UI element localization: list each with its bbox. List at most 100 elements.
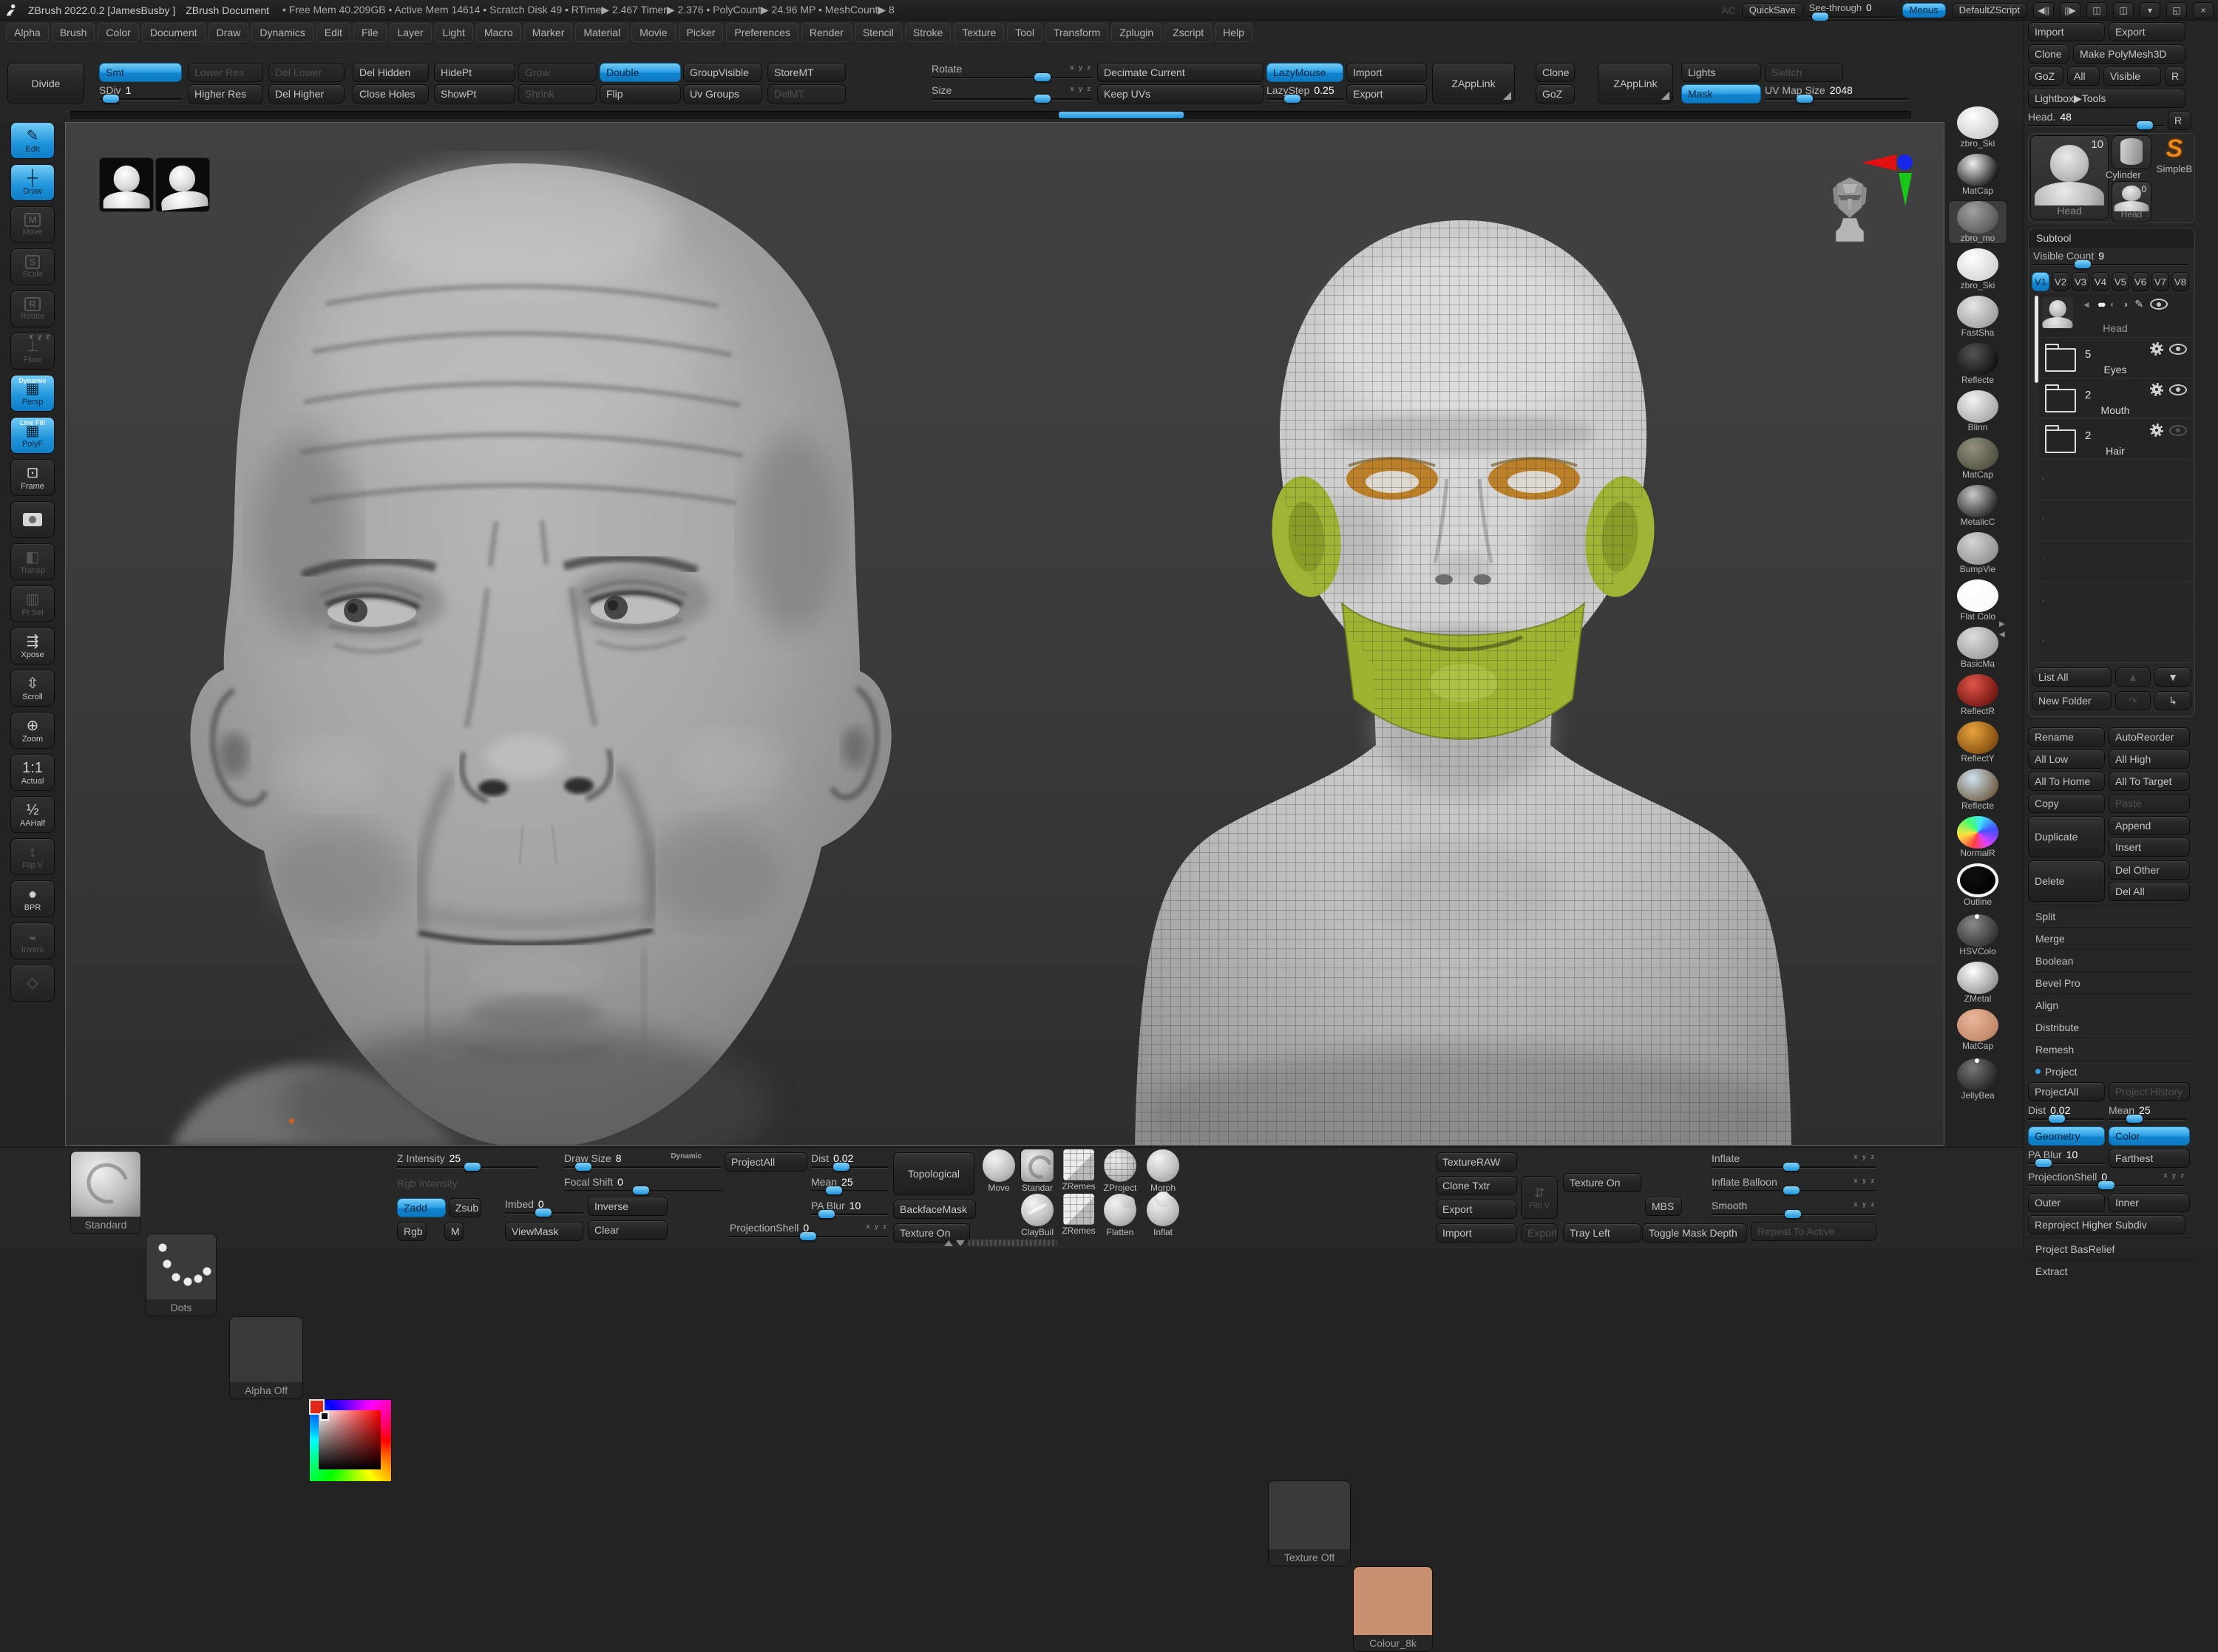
material-normalr-15[interactable]: NormalR: [1949, 816, 2007, 858]
repeat-to-active-button[interactable]: Repeat To Active: [1751, 1222, 1876, 1241]
tab-v4[interactable]: V4: [2092, 272, 2109, 291]
decimate-current-button[interactable]: Decimate Current: [1097, 63, 1264, 82]
del-higher-button[interactable]: Del Higher: [268, 84, 345, 103]
persp-button[interactable]: Dynamic▦Persp: [10, 375, 55, 412]
copy-button[interactable]: Copy: [2028, 794, 2105, 813]
append-button[interactable]: Append: [2109, 816, 2190, 835]
grow-button[interactable]: Grow: [518, 63, 597, 82]
window-layout-b-button[interactable]: ◫: [2113, 2, 2134, 18]
higher-res-button[interactable]: Higher Res: [188, 84, 263, 103]
slider-handle[interactable]: [464, 1163, 481, 1171]
gizmo-z-axis-icon[interactable]: [1897, 154, 1913, 170]
close-button[interactable]: ×: [2193, 2, 2214, 18]
tab-v8[interactable]: V8: [2171, 272, 2189, 291]
slider-handle[interactable]: [1783, 1186, 1800, 1194]
shrink-button[interactable]: Shrink: [518, 84, 597, 103]
pa-blur-slider[interactable]: PA Blur10: [811, 1200, 888, 1219]
lower-res-button[interactable]: Lower Res: [188, 63, 263, 82]
projectionshell-slider[interactable]: ProjectionShell0x y z: [2028, 1171, 2185, 1190]
material-zmetal-18[interactable]: ZMetal: [1949, 962, 2007, 1004]
brush-icon-claybuil[interactable]: ClayBuil: [1019, 1194, 1056, 1237]
tool-thumb-head-large[interactable]: 10Head: [2030, 135, 2109, 220]
section-project[interactable]: Project: [2028, 1060, 2195, 1082]
farthest-button[interactable]: Farthest: [2109, 1149, 2190, 1168]
slider-track[interactable]: [932, 77, 1092, 78]
brush-icon-inflat[interactable]: Inflat: [1144, 1194, 1181, 1237]
camera-head-widget[interactable]: [1828, 172, 1871, 261]
menu-transform[interactable]: Transform: [1045, 23, 1108, 42]
z-intensity-slider[interactable]: Z Intensity25: [397, 1152, 537, 1172]
export-button[interactable]: Export: [1436, 1200, 1517, 1219]
clone-button[interactable]: Clone: [2028, 44, 2069, 64]
goz-button[interactable]: GoZ: [1536, 84, 1575, 103]
menu-marker[interactable]: Marker: [524, 23, 573, 42]
delete-button[interactable]: Delete: [2028, 860, 2105, 902]
sdiv-slider[interactable]: SDiv1: [99, 84, 182, 103]
section-distribute[interactable]: Distribute: [2028, 1016, 2195, 1038]
x-button[interactable]: ↳: [2154, 691, 2191, 710]
material-hsvcolo-17[interactable]: HSVColo: [1949, 914, 2007, 956]
frame-button[interactable]: ⊡Frame: [10, 459, 55, 496]
gear-icon[interactable]: [2150, 424, 2163, 437]
slider-track[interactable]: [811, 1190, 888, 1192]
flip-v-button[interactable]: ⇵Flip V: [1521, 1176, 1558, 1219]
rgb-button[interactable]: Rgb: [397, 1222, 427, 1241]
tray-divider-bar[interactable]: [70, 111, 1911, 119]
visibility-eye-icon[interactable]: [2169, 384, 2187, 395]
menus-toggle-button[interactable]: Menus: [1902, 3, 1946, 18]
see-through-slider[interactable]: See-through 0: [1809, 1, 1896, 19]
switch-button[interactable]: Switch: [1765, 63, 1843, 82]
dist-slider[interactable]: Dist0.02: [2028, 1104, 2105, 1124]
lights-button[interactable]: Lights: [1681, 63, 1761, 82]
slider-handle[interactable]: [833, 1163, 849, 1171]
color-button[interactable]: Color: [2109, 1126, 2190, 1146]
textureraw-button[interactable]: TextureRAW: [1436, 1152, 1517, 1172]
import-button[interactable]: Import: [1346, 63, 1427, 82]
slider-track[interactable]: [2028, 1118, 2105, 1120]
zapplink-button[interactable]: ZAppLink: [1598, 63, 1673, 103]
polymesh-box-button[interactable]: ◇: [10, 965, 55, 1002]
move-button[interactable]: MMove: [10, 206, 55, 243]
slider-track[interactable]: [1765, 98, 1910, 100]
visibility-eye-icon[interactable]: [2169, 425, 2187, 436]
bpr-button[interactable]: ●BPR: [10, 880, 55, 917]
menu-texture[interactable]: Texture: [954, 23, 1004, 42]
menu-render[interactable]: Render: [801, 23, 852, 42]
material-jellybea-20[interactable]: JellyBea: [1949, 1058, 2007, 1101]
pt-sel-button[interactable]: ▥Pt Sel: [10, 585, 55, 622]
clone-button[interactable]: Clone: [1536, 63, 1575, 82]
tab-v5[interactable]: V5: [2112, 272, 2129, 291]
mbs-button[interactable]: MBS: [1645, 1197, 1682, 1216]
visibility-eye-icon[interactable]: [2169, 344, 2187, 355]
menu-document[interactable]: Document: [142, 23, 206, 42]
actual-button[interactable]: 1:1Actual: [10, 754, 55, 791]
rotate-button[interactable]: RRotate: [10, 290, 55, 327]
slider-handle[interactable]: [2098, 1181, 2114, 1189]
scroll-track[interactable]: [968, 1240, 1057, 1246]
reference-thumb-2[interactable]: [155, 157, 210, 212]
edit-button[interactable]: ✎Edit: [10, 122, 55, 159]
menu-brush[interactable]: Brush: [52, 23, 95, 42]
material-matcap-1[interactable]: MatCap: [1949, 154, 2007, 196]
zapplink-button[interactable]: ZAppLink: [1432, 63, 1515, 103]
tool-thumb-cylinder[interactable]: [2112, 135, 2151, 169]
import-button[interactable]: Import: [2028, 22, 2105, 41]
menu-stroke[interactable]: Stroke: [905, 23, 951, 42]
menu-draw[interactable]: Draw: [208, 23, 249, 42]
projectionshell-slider[interactable]: ProjectionShell0x y z: [730, 1222, 888, 1241]
slider-handle[interactable]: [575, 1163, 591, 1171]
material-reflecte-14[interactable]: Reflecte: [1949, 769, 2007, 811]
size-slider[interactable]: Sizex y z: [932, 84, 1092, 103]
dist-slider[interactable]: Dist0.02: [811, 1152, 888, 1172]
menu-edit[interactable]: Edit: [316, 23, 350, 42]
tray-scroll-right-button[interactable]: ||▶: [2060, 2, 2080, 18]
slider-handle[interactable]: [535, 1209, 552, 1217]
gear-icon[interactable]: [2150, 383, 2163, 396]
groupvisible-button[interactable]: GroupVisible: [683, 63, 762, 82]
material-fastsha-4[interactable]: FastSha: [1949, 296, 2007, 338]
del-hidden-button[interactable]: Del Hidden: [353, 63, 429, 82]
uv-groups-button[interactable]: Uv Groups: [683, 84, 762, 103]
outer-button[interactable]: Outer: [2028, 1193, 2105, 1212]
sculpt-canvas[interactable]: [65, 122, 1944, 1146]
inflate-balloon-slider[interactable]: Inflate Balloonx y z: [1712, 1176, 1876, 1195]
